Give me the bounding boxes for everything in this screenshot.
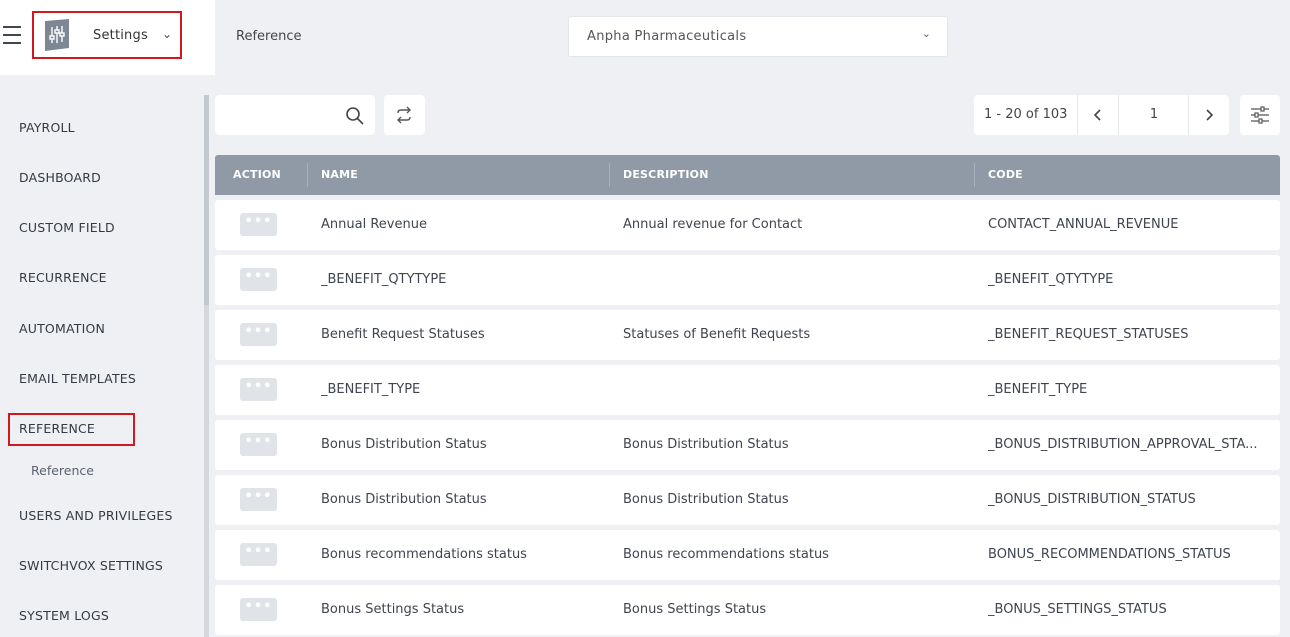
company-select[interactable]: Anpha Pharmaceuticals ⌄ [568, 16, 948, 57]
hamburger-menu-icon[interactable] [3, 26, 23, 46]
row-actions-button[interactable]: ••• [240, 598, 277, 621]
sidebar-item-system-logs[interactable]: SYSTEM LOGS [19, 608, 109, 623]
cell-description: Bonus Settings Status [623, 602, 767, 617]
cell-name: Bonus Distribution Status [321, 492, 487, 507]
cell-description: Bonus Distribution Status [623, 492, 789, 507]
app-switcher[interactable]: Settings ⌄ [32, 11, 182, 59]
next-page-button[interactable] [1189, 95, 1229, 135]
divider [974, 163, 975, 187]
row-actions-button[interactable]: ••• [240, 213, 277, 236]
sidebar-item-users-and-privileges[interactable]: USERS AND PRIVILEGES [19, 508, 173, 523]
previous-page-button[interactable] [1078, 95, 1118, 135]
app-name-label: Settings [93, 28, 148, 43]
cell-name: Bonus Settings Status [321, 602, 465, 617]
table-row[interactable]: ••• Benefit Request Statuses Statuses of… [215, 310, 1280, 360]
breadcrumb: Reference [236, 29, 302, 44]
sidebar-item-payroll[interactable]: PAYROLL [19, 120, 75, 135]
sidebar-item-recurrence[interactable]: RECURRENCE [19, 270, 107, 285]
cell-code: _BENEFIT_TYPE [988, 382, 1088, 397]
cell-name: Bonus Distribution Status [321, 437, 487, 452]
row-actions-button[interactable]: ••• [240, 433, 277, 456]
cell-name: Bonus recommendations status [321, 547, 527, 562]
cell-name: _BENEFIT_QTYTYPE [321, 272, 447, 287]
cell-code: _BONUS_SETTINGS_STATUS [988, 602, 1167, 617]
sidebar-item-email-templates[interactable]: EMAIL TEMPLATES [19, 371, 136, 386]
divider [307, 163, 308, 187]
sidebar-item-reference[interactable]: REFERENCE [19, 421, 95, 436]
row-actions-button[interactable]: ••• [240, 378, 277, 401]
divider [609, 163, 610, 187]
search-input[interactable] [223, 103, 339, 127]
filter-sliders-icon [1251, 106, 1269, 124]
table-row[interactable]: ••• Bonus Distribution Status Bonus Dist… [215, 475, 1280, 525]
chevron-left-icon [1093, 109, 1101, 121]
cell-code: _BENEFIT_REQUEST_STATUSES [988, 327, 1189, 342]
table-row[interactable]: ••• _BENEFIT_QTYTYPE _BENEFIT_QTYTYPE [215, 255, 1280, 305]
cell-name: _BENEFIT_TYPE [321, 382, 421, 397]
search-icon[interactable] [345, 106, 365, 126]
pagination: 1 - 20 of 103 1 [974, 95, 1229, 135]
chevron-right-icon [1206, 109, 1214, 121]
table-row[interactable]: ••• Bonus Distribution Status Bonus Dist… [215, 420, 1280, 470]
cell-description: Bonus Distribution Status [623, 437, 789, 452]
sidebar-subitem-reference[interactable]: Reference [31, 463, 94, 478]
table-row[interactable]: ••• _BENEFIT_TYPE _BENEFIT_TYPE [215, 365, 1280, 415]
table-row[interactable]: ••• Annual Revenue Annual revenue for Co… [215, 200, 1280, 250]
sidebar-item-custom-field[interactable]: CUSTOM FIELD [19, 220, 115, 235]
sidebar-item-switchvox-settings[interactable]: SWITCHVOX SETTINGS [19, 558, 163, 573]
column-header-code[interactable]: CODE [988, 168, 1023, 181]
row-actions-button[interactable]: ••• [240, 488, 277, 511]
sidebar-item-dashboard[interactable]: DASHBOARD [19, 170, 101, 185]
column-header-description[interactable]: DESCRIPTION [623, 168, 709, 181]
sidebar-scrollbar[interactable] [204, 95, 209, 637]
row-actions-button[interactable]: ••• [240, 268, 277, 291]
cell-code: _BONUS_DISTRIBUTION_STATUS [988, 492, 1196, 507]
refresh-button[interactable] [384, 95, 425, 135]
sidebar-item-automation[interactable]: AUTOMATION [19, 321, 105, 336]
table-header: ACTION NAME DESCRIPTION CODE [215, 155, 1280, 195]
chevron-down-icon: ⌄ [162, 27, 173, 41]
chevron-down-icon: ⌄ [921, 27, 931, 40]
refresh-icon [397, 106, 411, 124]
pagination-range: 1 - 20 of 103 [984, 107, 1068, 122]
column-settings-button[interactable] [1240, 95, 1280, 135]
table-row[interactable]: ••• Bonus recommendations status Bonus r… [215, 530, 1280, 580]
row-actions-button[interactable]: ••• [240, 323, 277, 346]
current-page-input[interactable]: 1 [1119, 107, 1189, 122]
column-header-action: ACTION [233, 168, 281, 181]
cell-description: Annual revenue for Contact [623, 217, 803, 232]
search-box [215, 95, 375, 135]
table-row[interactable]: ••• Bonus Settings Status Bonus Settings… [215, 585, 1280, 635]
scrollbar-thumb[interactable] [204, 95, 209, 305]
cell-code: CONTACT_ANNUAL_REVENUE [988, 217, 1179, 232]
row-actions-button[interactable]: ••• [240, 543, 277, 566]
cell-name: Annual Revenue [321, 217, 427, 232]
cell-description: Bonus recommendations status [623, 547, 829, 562]
settings-sliders-icon [45, 19, 69, 51]
brand-area: Settings ⌄ [0, 0, 215, 75]
sidebar [0, 75, 205, 637]
cell-code: _BENEFIT_QTYTYPE [988, 272, 1114, 287]
company-select-value: Anpha Pharmaceuticals [587, 29, 747, 44]
cell-code: BONUS_RECOMMENDATIONS_STATUS [988, 547, 1231, 562]
cell-code: _BONUS_DISTRIBUTION_APPROVAL_STA... [988, 437, 1258, 452]
column-header-name[interactable]: NAME [321, 168, 358, 181]
cell-name: Benefit Request Statuses [321, 327, 485, 342]
cell-description: Statuses of Benefit Requests [623, 327, 811, 342]
